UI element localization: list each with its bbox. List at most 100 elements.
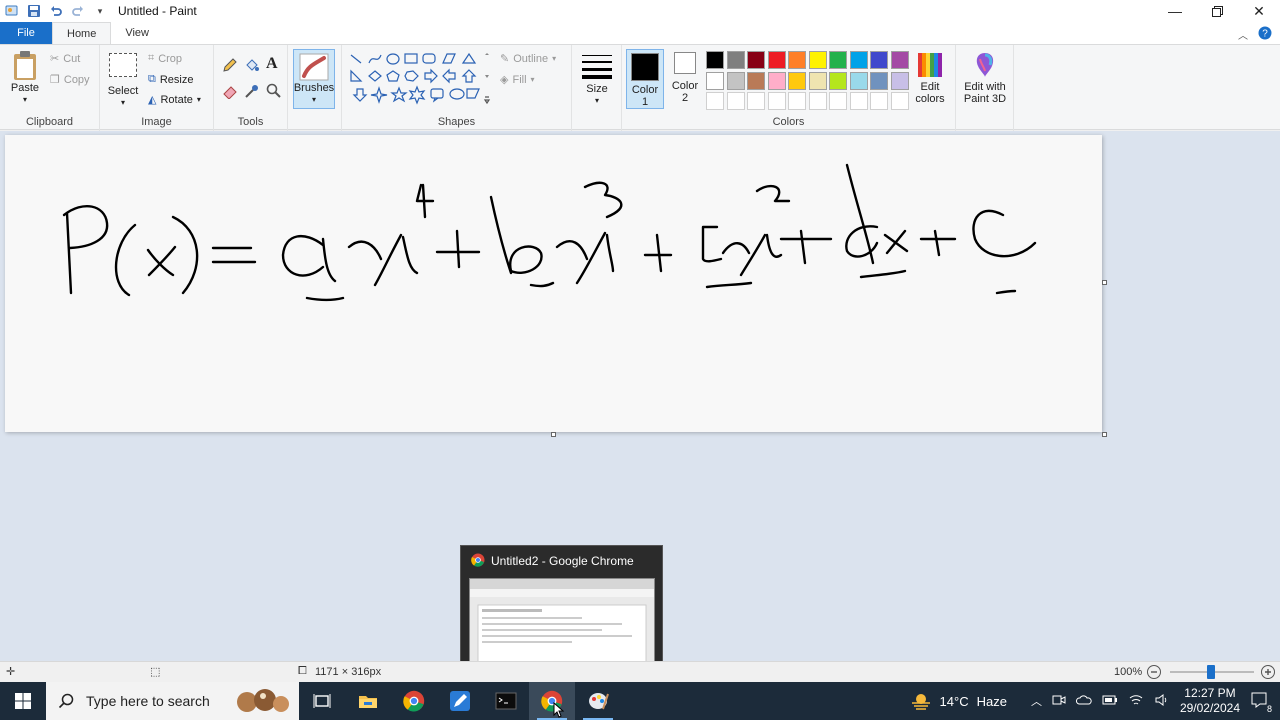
custom-color-slot[interactable] xyxy=(849,92,868,110)
palette-swatch[interactable] xyxy=(870,71,888,90)
battery-icon[interactable] xyxy=(1102,694,1118,708)
start-button[interactable] xyxy=(0,682,46,720)
whiteboard-app-button[interactable] xyxy=(437,682,483,720)
show-hidden-icons[interactable]: ︿ xyxy=(1031,693,1042,709)
close-button[interactable]: ✕ xyxy=(1238,0,1280,22)
undo-icon[interactable] xyxy=(48,3,64,19)
palette-swatch[interactable] xyxy=(767,71,786,90)
tab-file[interactable]: File xyxy=(0,22,52,44)
canvas-resize-handle-right[interactable] xyxy=(1102,280,1107,285)
customize-qa-icon[interactable]: ▾ xyxy=(92,3,108,19)
file-explorer-button[interactable] xyxy=(345,682,391,720)
cut-button[interactable]: ✂ Cut xyxy=(50,52,80,66)
save-icon[interactable] xyxy=(26,3,42,19)
chrome-taskbar-button-2[interactable] xyxy=(529,682,575,720)
palette-swatch[interactable] xyxy=(706,71,724,90)
eraser-icon[interactable] xyxy=(222,83,238,102)
palette-swatch[interactable] xyxy=(849,51,868,69)
outline-button[interactable]: ✎ Outline ▾ xyxy=(500,52,556,66)
volume-icon[interactable] xyxy=(1154,693,1170,709)
text-tool-icon[interactable]: A xyxy=(266,55,278,73)
palette-swatch[interactable] xyxy=(788,71,806,90)
copy-button[interactable]: ❐ Copy xyxy=(50,73,90,87)
zoom-slider[interactable] xyxy=(1170,665,1254,679)
zoom-out-button[interactable] xyxy=(1146,664,1162,683)
brushes-dropdown-icon: ▾ xyxy=(311,95,316,104)
custom-color-slot[interactable] xyxy=(788,92,806,110)
outline-label: Outline xyxy=(513,52,549,65)
collapse-ribbon-icon[interactable]: ︿ xyxy=(1238,27,1248,42)
crop-button[interactable]: ⌗ Crop xyxy=(148,52,182,65)
drawing-canvas[interactable] xyxy=(5,135,1107,437)
size-dropdown-icon: ▾ xyxy=(594,96,599,105)
palette-swatch[interactable] xyxy=(829,71,847,90)
meet-now-icon[interactable] xyxy=(1052,694,1066,709)
palette-swatch[interactable] xyxy=(747,51,765,69)
canvas-resize-handle-corner[interactable] xyxy=(1102,432,1107,437)
task-view-button[interactable] xyxy=(299,682,345,720)
help-icon[interactable]: ? xyxy=(1258,26,1272,43)
clock[interactable]: 12:27 PM 29/02/2024 xyxy=(1180,686,1240,716)
size-button[interactable]: Size ▾ xyxy=(580,53,614,107)
rotate-button[interactable]: ◭ Rotate ▾ xyxy=(148,93,201,107)
pencil-icon[interactable] xyxy=(222,57,238,76)
chrome-taskbar-button-1[interactable] xyxy=(391,682,437,720)
canvas-resize-handle-bottom[interactable] xyxy=(551,432,556,437)
paint-taskbar-button[interactable] xyxy=(575,682,621,720)
custom-color-slot[interactable] xyxy=(870,92,888,110)
brushes-label: Brushes xyxy=(293,82,335,94)
select-button[interactable]: Select ▾ xyxy=(106,53,140,109)
restore-button[interactable] xyxy=(1196,0,1238,22)
color1-button[interactable]: Color 1 xyxy=(626,49,664,109)
size-label: Size xyxy=(586,83,608,95)
palette-swatch[interactable] xyxy=(849,71,868,90)
terminal-button[interactable] xyxy=(483,682,529,720)
custom-color-slot[interactable] xyxy=(890,92,909,110)
custom-color-slot[interactable] xyxy=(767,92,786,110)
color2-button[interactable]: Color 2 xyxy=(666,52,704,104)
redo-icon[interactable] xyxy=(70,3,86,19)
minimize-button[interactable]: — xyxy=(1154,0,1196,22)
palette-swatch[interactable] xyxy=(726,71,745,90)
clipboard-group-label: Clipboard xyxy=(25,116,74,128)
palette-swatch[interactable] xyxy=(706,51,724,69)
shapes-gallery[interactable] xyxy=(347,51,492,107)
edit-with-paint3d-button[interactable]: Edit with Paint 3D xyxy=(960,51,1010,105)
notification-center-icon[interactable]: 8 xyxy=(1250,691,1272,714)
palette-swatch[interactable] xyxy=(788,51,806,69)
color-picker-icon[interactable] xyxy=(244,83,260,102)
palette-swatch[interactable] xyxy=(870,51,888,69)
palette-swatch[interactable] xyxy=(747,71,765,90)
paint-app-icon[interactable] xyxy=(4,3,20,19)
resize-button[interactable]: ⧉ Resize xyxy=(148,73,193,86)
fill-bucket-icon[interactable] xyxy=(244,57,260,76)
custom-color-slot[interactable] xyxy=(726,92,745,110)
palette-swatch[interactable] xyxy=(890,71,909,90)
paste-dropdown-icon[interactable]: ▾ xyxy=(23,94,27,106)
custom-color-slot[interactable] xyxy=(808,92,827,110)
magnifier-icon[interactable] xyxy=(266,83,282,102)
fill-button[interactable]: ◈ Fill ▾ xyxy=(500,73,535,87)
zoom-in-button[interactable] xyxy=(1260,664,1276,683)
custom-color-slot[interactable] xyxy=(747,92,765,110)
zoom-slider-thumb[interactable] xyxy=(1207,665,1215,679)
palette-swatch[interactable] xyxy=(890,51,909,69)
weather-widget[interactable]: 14°C Haze xyxy=(910,692,1007,710)
brushes-button[interactable]: Brushes ▾ xyxy=(293,49,335,109)
wifi-icon[interactable] xyxy=(1128,694,1144,709)
custom-color-slot[interactable] xyxy=(706,92,724,110)
brush-icon xyxy=(299,53,329,81)
edit-colors-button[interactable]: Edit colors xyxy=(910,51,950,105)
palette-swatch[interactable] xyxy=(808,51,827,69)
tab-home[interactable]: Home xyxy=(52,22,112,44)
onedrive-icon[interactable] xyxy=(1075,694,1092,709)
palette-swatch[interactable] xyxy=(808,71,827,90)
palette-swatch[interactable] xyxy=(726,51,745,69)
palette-swatch[interactable] xyxy=(767,51,786,69)
paste-button[interactable]: Paste ▾ xyxy=(8,50,42,106)
palette-swatch[interactable] xyxy=(829,51,847,69)
custom-color-slot[interactable] xyxy=(829,92,847,110)
tab-view[interactable]: View xyxy=(111,22,163,44)
taskbar-search-box[interactable]: Type here to search xyxy=(46,682,299,720)
select-dropdown-icon[interactable]: ▾ xyxy=(121,97,125,109)
